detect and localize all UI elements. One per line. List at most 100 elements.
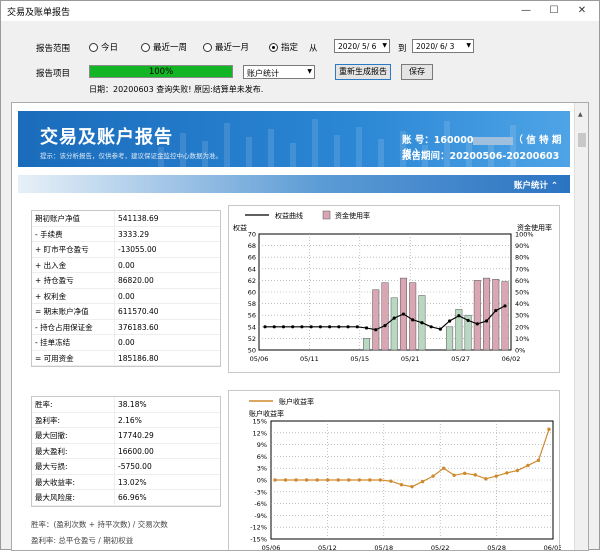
table-row: 最大盈利: 16600.00 [32,443,220,459]
table-row: - 持仓占用保证金 376183.60 [32,319,220,335]
banner-bar-decoration [246,137,252,167]
row-label: = 期末账户净值 [32,304,115,319]
usage-bar [483,277,491,351]
y-right-tick-label: 80% [515,254,529,262]
table-row: 期初账户净值 541138.69 [32,211,220,227]
return-point [526,463,530,468]
report-tip: 提示：该分析报告，仅供参考，建议保证金监控中心数据为准。 [40,152,222,160]
vertical-scrollbar[interactable]: ▲ [574,103,588,550]
row-value: 185186.80 [118,353,159,363]
x-tick-label: 05/21 [401,355,420,363]
radio-indicator [203,42,212,52]
range-radio-0[interactable]: 今日 [89,41,118,53]
table-row: 胜率: 38.18% [32,397,220,413]
row-label: + 持仓盈亏 [32,273,115,288]
scroll-thumb[interactable] [578,133,586,147]
x-tick-label: 05/27 [451,355,470,363]
y-tick-label: 15% [253,418,267,426]
return-point [357,478,362,482]
usage-bar [501,281,509,351]
row-label: - 手续费 [32,226,115,241]
row-label: 最大盈利: [32,443,115,458]
y-tick-label: 0% [257,477,267,485]
row-label: - 挂单冻结 [32,335,115,350]
equity-point [374,328,378,332]
return-point [462,471,467,476]
banner-bar-decoration [334,135,340,167]
row-value: 376183.60 [118,322,159,332]
banner-bar-decoration [356,127,362,167]
range-radio-3[interactable]: 指定 [269,41,298,53]
return-point [315,478,319,482]
radio-label: 最近一月 [215,43,250,53]
win-rate-note: 胜率：(盈利次数 + 持平次数) / 交易次数 [31,520,168,529]
equity-point [263,325,267,329]
maximize-button[interactable]: ☐ [539,1,569,21]
banner-bar-decoration [378,139,384,167]
return-line [275,429,550,488]
equity-point [411,318,415,322]
table-row: 最大回撤: 17740.29 [32,428,220,444]
close-button[interactable]: ✕ [567,1,597,21]
equity-point [484,319,489,323]
row-label: + 盯市平仓盈亏 [32,242,115,257]
y-tick-label: 70 [248,231,256,239]
report-item-value: 账户统计 [247,69,279,78]
x-tick-label: 05/11 [300,355,319,363]
equity-point [438,327,442,331]
from-date-picker[interactable]: 2020/ 5/ 6 ▼ [334,39,390,53]
equity-point [429,325,433,329]
banner-bar-decoration [268,129,274,167]
to-date-value: 2020/ 6/ 3 [416,42,455,51]
row-value: 541138.69 [118,214,159,223]
scroll-up-icon[interactable]: ▲ [578,111,583,118]
equity-point [475,322,479,326]
y-right-tick-label: 20% [515,323,529,331]
section-title: 账户统计 ⌃ [513,181,558,191]
y-tick-label: 6% [257,453,267,461]
report-item-select[interactable]: 账户统计 ▼ [243,65,315,79]
section-header-account-stats[interactable]: 账户统计 ⌃ [18,175,570,193]
report-title: 交易及账户报告 [40,127,173,148]
equity-point [318,325,322,329]
equity-chart-svg: 权益曲线 资金使用率权益 资金使用率70 100%68 90%66 80%64 70%62 6… [233,210,552,363]
radio-label: 最近一周 [153,43,188,53]
row-value: 16600.00 [118,446,154,456]
equity-point [300,325,304,329]
return-point [294,478,298,482]
performance-table: 胜率: 38.18% 盈利率: 2.16% 最大回撤: 17740.29 最大盈利: 1660… [31,396,221,507]
usage-bar [381,282,389,351]
row-label: 最大亏损: [32,459,115,474]
legend-label: 账户收益率 [279,397,314,406]
radio-label: 今日 [101,43,119,53]
y-tick-label: -15% [250,536,267,544]
y-tick-label: 66 [248,254,256,262]
table-row: = 期末账户净值 611570.40 [32,304,220,320]
report-panel[interactable]: 交易及账户报告 提示：该分析报告，仅供参考，建议保证金监控中心数据为准。 账 号… [11,102,589,551]
account-stats-table: 期初账户净值 541138.69- 手续费 3333.29 + 盯市平仓盈亏 -1305… [31,210,221,367]
radio-label: 指定 [281,43,299,53]
usage-bar-green [446,326,454,351]
range-radio-2[interactable]: 最近一月 [203,41,249,53]
return-point [283,478,288,482]
equity-point [328,325,332,329]
title-bar: 交易及账单报告 — ☐ ✕ [1,1,599,21]
equity-point [494,308,498,313]
save-button[interactable]: 保存 [401,64,433,80]
table-row: 最大收益率: 13.02% [32,474,220,490]
y-right-tick-label: 0% [515,347,525,355]
minimize-button[interactable]: — [511,1,541,21]
return-point [336,478,340,482]
row-value: 86820.00 [118,276,154,285]
y-tick-label: 56 [248,312,256,320]
range-radio-1[interactable]: 最近一周 [141,41,187,53]
window-title: 交易及账单报告 [7,8,71,18]
to-date-picker[interactable]: 2020/ 6/ 3 ▼ [412,39,474,53]
return-chart: 账户收益率 账户收益率 15% 12% 9% 6% 3% 0% -3% -6% -9% -12% -15… [228,390,562,550]
usage-bar [409,282,417,351]
equity-point [281,325,286,329]
y-tick-label: 3% [257,465,267,473]
regenerate-report-button[interactable]: 重新生成报告 [335,64,391,80]
y-right-tick-label: 60% [515,277,529,285]
y-tick-label: 68 [248,242,256,250]
